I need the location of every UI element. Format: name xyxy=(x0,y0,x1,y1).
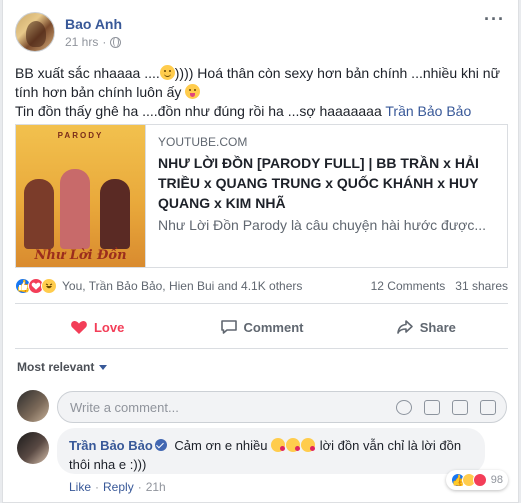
reactions-row: You, Trần Bảo Bảo, Hien Bui and 4.1K oth… xyxy=(15,276,508,296)
thumb-figure xyxy=(60,169,90,249)
sort-dropdown[interactable]: Most relevant xyxy=(17,360,108,374)
author-name[interactable]: Bao Anh xyxy=(65,16,122,32)
comment-reactions[interactable]: 98 xyxy=(445,470,508,490)
post-card: Bao Anh 21 hrs · ··· BB xuất sắc nhaaaa … xyxy=(2,0,519,503)
comment-actions: Like · Reply · 21h xyxy=(69,480,166,494)
globe-icon xyxy=(110,36,122,48)
post-text-line1: BB xuất sắc nhaaaa .... xyxy=(15,65,160,81)
comment-like-link[interactable]: Like xyxy=(69,480,91,494)
comment-time[interactable]: 21h xyxy=(146,480,166,494)
love-label: Love xyxy=(93,319,125,335)
heart-icon xyxy=(71,321,87,334)
kiss-emoji-icon xyxy=(286,438,301,452)
link-domain: YOUTUBE.COM xyxy=(158,135,248,149)
post-meta: 21 hrs · xyxy=(65,35,122,49)
post-header: Bao Anh 21 hrs · ··· xyxy=(15,10,505,54)
link-description: Như Lời Đồn Parody là câu chuyện hài hướ… xyxy=(158,217,487,233)
thumb-brand: PARODY xyxy=(57,131,104,140)
link-title[interactable]: NHƯ LỜI ĐỒN [PARODY FULL] | BB TRẦN x HẢ… xyxy=(158,153,495,213)
divider xyxy=(15,303,508,304)
comment-bubble: Trần Bảo Bảo Cảm ơn e nhiều lời đồn vẫn … xyxy=(57,428,485,474)
commenter-avatar[interactable] xyxy=(17,432,49,464)
emoji-icon[interactable] xyxy=(396,400,412,415)
link-info: YOUTUBE.COM NHƯ LỜI ĐỒN [PARODY FULL] | … xyxy=(146,125,507,267)
tongue-emoji-icon xyxy=(185,84,201,99)
reactions-summary[interactable]: You, Trần Bảo Bảo, Hien Bui and 4.1K oth… xyxy=(62,279,302,293)
commenter-name[interactable]: Trần Bảo Bảo xyxy=(69,438,153,453)
share-button[interactable]: Share xyxy=(344,310,508,344)
caret-down-icon xyxy=(99,364,108,370)
mention-link[interactable]: Trần Bảo Bảo xyxy=(385,103,471,119)
action-bar: Love Comment Share xyxy=(15,310,508,344)
share-label: Share xyxy=(419,319,456,335)
write-comment-row: Write a comment... xyxy=(15,390,508,424)
share-icon xyxy=(396,320,413,334)
smile-emoji-icon xyxy=(159,65,175,80)
camera-icon[interactable] xyxy=(424,400,440,415)
dot-separator: · xyxy=(95,480,100,494)
thumb-title: Như Lời Đồn xyxy=(34,248,127,263)
love-button[interactable]: Love xyxy=(15,310,179,344)
comments-count[interactable]: 12 Comments xyxy=(371,279,446,293)
haha-reaction-icon xyxy=(41,278,57,294)
sticker-icon[interactable] xyxy=(480,400,496,415)
kiss-emoji-icon xyxy=(271,438,286,452)
shares-count[interactable]: 31 shares xyxy=(455,279,508,293)
comment-input-icons xyxy=(396,400,496,415)
comment-reply-link[interactable]: Reply xyxy=(103,480,134,494)
more-options-icon[interactable]: ··· xyxy=(484,10,505,28)
counts: 12 Comments 31 shares xyxy=(371,279,508,293)
comment-icon xyxy=(220,320,237,334)
love-reaction-icon xyxy=(472,473,487,487)
thumb-figure xyxy=(100,179,130,249)
verified-badge-icon xyxy=(154,439,167,451)
sort-label: Most relevant xyxy=(17,360,95,374)
gif-icon[interactable] xyxy=(452,400,468,415)
link-preview[interactable]: PARODY Như Lời Đồn YOUTUBE.COM NHƯ LỜI Đ… xyxy=(15,124,508,268)
comment-text-a: Cảm ơn e nhiều xyxy=(174,438,268,453)
user-avatar[interactable] xyxy=(17,390,49,422)
post-text: BB xuất sắc nhaaaa ....)))) Hoá thân còn… xyxy=(15,64,510,121)
dot-separator: · xyxy=(137,480,142,494)
comment-button[interactable]: Comment xyxy=(179,310,343,344)
post-text-line2: Tin đồn thấy ghê ha ....đồn như đúng rồi… xyxy=(15,103,382,119)
comment-input[interactable]: Write a comment... xyxy=(57,391,507,423)
link-thumbnail[interactable]: PARODY Như Lời Đồn xyxy=(16,125,146,267)
author-avatar[interactable] xyxy=(15,12,55,52)
kiss-emoji-icon xyxy=(301,438,316,452)
comment-reaction-count: 98 xyxy=(490,474,503,486)
post-timestamp[interactable]: 21 hrs xyxy=(65,35,98,49)
thumb-figure xyxy=(24,179,54,249)
comment-placeholder: Write a comment... xyxy=(70,400,179,415)
divider xyxy=(15,348,508,349)
comment-label: Comment xyxy=(243,319,304,335)
dot-separator: · xyxy=(102,35,107,49)
